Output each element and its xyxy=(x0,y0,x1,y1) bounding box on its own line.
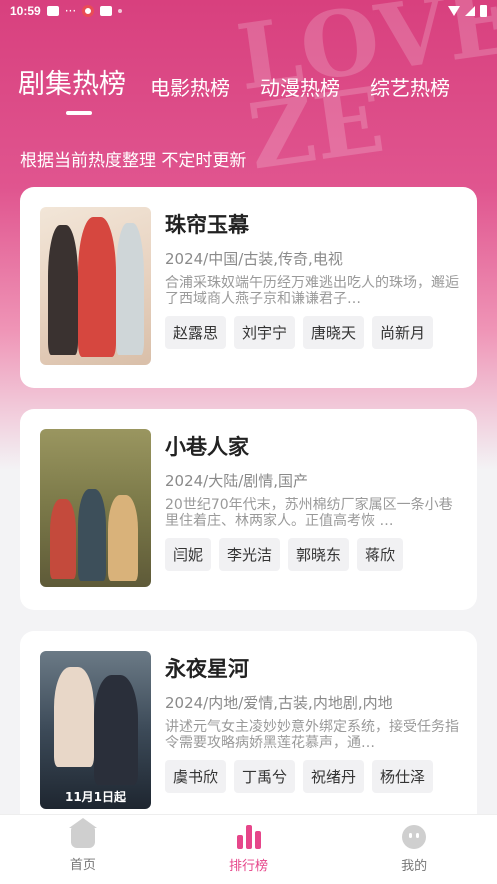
actor-list: 闫妮 李光洁 郭晓东 蒋欣 xyxy=(165,538,459,571)
nav-home[interactable]: 首页 xyxy=(0,815,166,884)
status-bar: 10:59 ··· xyxy=(0,0,497,22)
show-card[interactable]: 珠帘玉幕 2024/中国/古装,传奇,电视 合浦采珠奴端午历经万难逃出吃人的珠场… xyxy=(20,187,477,388)
nav-profile-label: 我的 xyxy=(401,859,428,874)
show-poster[interactable] xyxy=(40,207,151,365)
show-meta: 2024/内地/爱情,古装,内地剧,内地 xyxy=(165,694,393,712)
rank-icon xyxy=(236,825,261,849)
show-description: 合浦采珠奴端午历经万难逃出吃人的珠场，邂逅了西域商人燕子京和谦谦君子… xyxy=(165,275,459,307)
wifi-icon xyxy=(448,6,460,16)
notification-icon xyxy=(46,6,59,16)
show-title: 珠帘玉幕 xyxy=(165,213,249,237)
show-description: 20世纪70年代末，苏州棉纺厂家属区一条小巷里住着庄、林两家人。正值高考恢 … xyxy=(165,497,453,529)
show-poster[interactable] xyxy=(40,429,151,587)
tab-movie[interactable]: 电影热榜 xyxy=(150,72,230,115)
dot-icon xyxy=(118,9,123,13)
nav-profile[interactable]: 我的 xyxy=(331,815,497,884)
nav-ranking[interactable]: 排行榜 xyxy=(166,815,332,884)
page-subtitle: 根据当前热度整理 不定时更新 xyxy=(20,151,247,171)
actor-tag[interactable]: 刘宇宁 xyxy=(234,316,296,349)
bird-icon xyxy=(100,6,113,16)
tab-anime[interactable]: 动漫热榜 xyxy=(260,72,340,115)
actor-tag[interactable]: 尚新月 xyxy=(372,316,434,349)
actor-tag[interactable]: 闫妮 xyxy=(165,538,212,571)
more-notifications: ··· xyxy=(64,4,77,18)
show-card[interactable]: 11月1日起 永夜星河 2024/内地/爱情,古装,内地剧,内地 讲述元气女主凌… xyxy=(20,631,477,832)
tab-drama[interactable]: 剧集热榜 xyxy=(18,62,126,115)
ranking-tabs: 剧集热榜 电影热榜 动漫热榜 综艺热榜 xyxy=(18,62,497,115)
actor-tag[interactable]: 赵露思 xyxy=(165,316,227,349)
actor-tag[interactable]: 唐晓天 xyxy=(303,316,365,349)
actor-list: 赵露思 刘宇宁 唐晓天 尚新月 xyxy=(165,316,459,349)
home-icon xyxy=(68,818,97,848)
bottom-nav: 首页 排行榜 我的 xyxy=(0,814,497,884)
show-meta: 2024/中国/古装,传奇,电视 xyxy=(165,250,343,268)
nav-ranking-label: 排行榜 xyxy=(229,859,269,874)
signal-icon xyxy=(465,6,475,16)
show-title: 永夜星河 xyxy=(165,657,249,681)
actor-tag[interactable]: 蒋欣 xyxy=(357,538,404,571)
actor-list: 虞书欣 丁禹兮 祝绪丹 杨仕泽 xyxy=(165,760,459,793)
show-card[interactable]: 小巷人家 2024/大陆/剧情,国产 20世纪70年代末，苏州棉纺厂家属区一条小… xyxy=(20,409,477,610)
poster-release-date: 11月1日起 xyxy=(64,790,127,804)
battery-icon xyxy=(480,5,487,17)
actor-tag[interactable]: 李光洁 xyxy=(219,538,281,571)
nav-home-label: 首页 xyxy=(69,858,96,873)
show-title: 小巷人家 xyxy=(165,435,249,459)
actor-tag[interactable]: 丁禹兮 xyxy=(234,760,296,793)
tab-variety[interactable]: 综艺热榜 xyxy=(370,72,450,115)
app-notification-icon xyxy=(82,5,95,17)
show-poster[interactable]: 11月1日起 xyxy=(40,651,151,809)
show-meta: 2024/大陆/剧情,国产 xyxy=(165,472,309,490)
actor-tag[interactable]: 虞书欣 xyxy=(165,760,227,793)
show-description: 讲述元气女主凌妙妙意外绑定系统，接受任务指令需要攻略病娇黑莲花慕声，通… xyxy=(165,719,459,751)
actor-tag[interactable]: 祝绪丹 xyxy=(303,760,365,793)
actor-tag[interactable]: 杨仕泽 xyxy=(372,760,434,793)
status-time: 10:59 xyxy=(10,4,41,18)
profile-icon xyxy=(402,825,427,849)
actor-tag[interactable]: 郭晓东 xyxy=(288,538,350,571)
